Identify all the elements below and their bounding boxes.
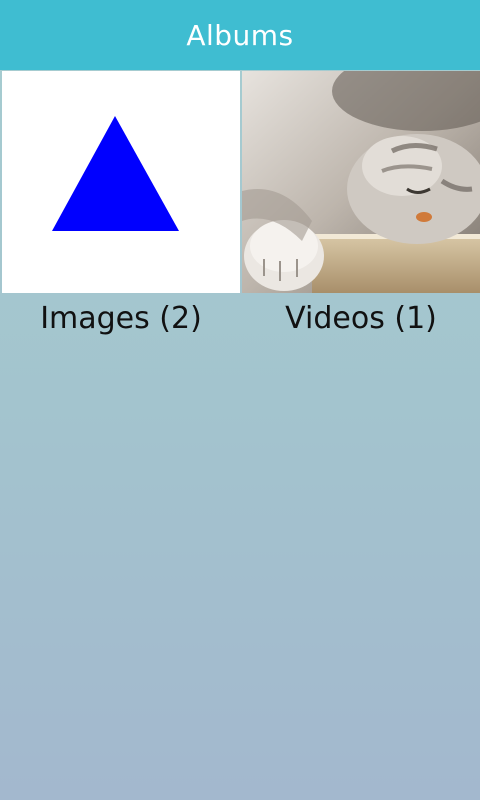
app-header: Albums [0, 0, 480, 70]
album-images-label: Images (2) [40, 301, 202, 336]
album-images[interactable]: Images (2) [2, 71, 240, 341]
album-grid: Images (2) Videos (1) [0, 71, 480, 341]
sleeping-cat-photo [242, 71, 480, 293]
album-videos-label: Videos (1) [285, 301, 437, 336]
page-title: Albums [186, 18, 294, 52]
album-videos-thumbnail[interactable] [242, 71, 480, 293]
album-images-thumbnail[interactable] [2, 71, 240, 293]
album-videos[interactable]: Videos (1) [242, 71, 480, 341]
albums-screen: Albums Images (2) Videos (1) [0, 0, 480, 800]
blue-triangle-icon [52, 116, 179, 231]
